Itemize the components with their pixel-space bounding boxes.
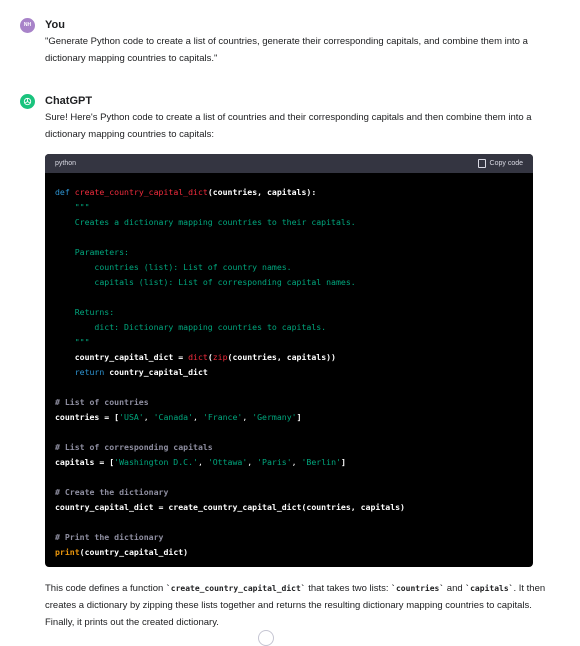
code-token: countries = [ xyxy=(55,412,120,422)
code-token: dict xyxy=(188,352,208,362)
code-string: 'Canada' xyxy=(153,412,194,422)
user-message-text: "Generate Python code to create a list o… xyxy=(45,36,528,64)
code-token: Returns: xyxy=(55,307,115,317)
code-token: zip xyxy=(212,352,228,362)
code-comment: # List of corresponding capitals xyxy=(55,442,213,452)
outro-text-part: and xyxy=(446,583,466,594)
code-token: , xyxy=(197,457,208,467)
assistant-sender-name: ChatGPT xyxy=(45,95,93,107)
code-token: ] xyxy=(296,412,302,422)
chatgpt-logo-icon xyxy=(20,93,35,109)
assistant-message: ChatGPT Sure! Here's Python code to crea… xyxy=(20,93,560,143)
code-token: def xyxy=(55,187,70,197)
code-language-label: python xyxy=(55,160,77,167)
inline-code: `capitals` xyxy=(465,584,514,593)
scroll-down-button[interactable] xyxy=(258,630,274,646)
code-string: 'France' xyxy=(202,412,243,422)
assistant-intro-text: Sure! Here's Python code to create a lis… xyxy=(45,112,532,140)
code-string: 'Ottawa' xyxy=(207,457,248,467)
code-token: , xyxy=(291,457,302,467)
code-token: country_capital_dict = create_country_ca… xyxy=(55,502,405,512)
code-token: , xyxy=(247,457,258,467)
code-token: dict: Dictionary mapping countries to ca… xyxy=(55,322,327,332)
code-token: countries (list): List of country names. xyxy=(55,262,292,272)
code-token: country_capital_dict xyxy=(104,367,208,377)
assistant-outro: This code defines a function `create_cou… xyxy=(20,580,560,631)
code-token: """ xyxy=(55,337,90,347)
code-string: 'Berlin' xyxy=(301,457,341,467)
code-string: 'Paris' xyxy=(257,457,292,467)
outro-text-part: This code defines a function xyxy=(45,583,166,594)
clipboard-icon xyxy=(477,159,486,168)
outro-text-part: that takes two lists: xyxy=(305,583,392,594)
copy-code-label: Copy code xyxy=(489,160,523,167)
code-token: , xyxy=(242,412,253,422)
inline-code: `countries` xyxy=(391,584,445,593)
code-block-header: python Copy code xyxy=(45,154,533,173)
user-message: NH You "Generate Python code to create a… xyxy=(20,17,560,67)
code-string: 'Washington D.C.' xyxy=(114,457,198,467)
code-token: , xyxy=(143,412,154,422)
inline-code: `create_country_capital_dict` xyxy=(165,584,306,593)
code-token: country_capital_dict = xyxy=(55,352,189,362)
assistant-outro-text: This code defines a function `create_cou… xyxy=(45,580,560,631)
code-token: capitals = [ xyxy=(55,457,115,467)
code-token: Parameters: xyxy=(55,247,129,257)
code-comment: # Print the dictionary xyxy=(55,532,164,542)
code-content: def create_country_capital_dict(countrie… xyxy=(45,173,533,567)
code-comment: # List of countries xyxy=(55,397,149,407)
code-token: , xyxy=(193,412,203,422)
code-token: (countries, capitals): xyxy=(207,187,317,197)
code-string: 'Germany' xyxy=(252,412,297,422)
code-token: """ xyxy=(55,202,90,212)
code-comment: # Create the dictionary xyxy=(55,487,169,497)
code-token: create_country_capital_dict xyxy=(74,187,208,197)
code-token: capitals (list): List of corresponding c… xyxy=(55,277,356,287)
code-token: print xyxy=(55,547,80,557)
user-avatar: NH xyxy=(20,17,35,33)
code-string: 'USA' xyxy=(119,412,144,422)
user-sender-name: You xyxy=(45,19,65,31)
code-token: Creates a dictionary mapping countries t… xyxy=(55,217,356,227)
code-token: (country_capital_dict) xyxy=(79,547,189,557)
copy-code-button[interactable]: Copy code xyxy=(477,159,523,168)
code-block: python Copy code def create_country_capi… xyxy=(45,154,533,567)
code-token: (countries, capitals)) xyxy=(227,352,336,362)
code-token: ] xyxy=(340,457,346,467)
code-token: return xyxy=(55,367,105,377)
